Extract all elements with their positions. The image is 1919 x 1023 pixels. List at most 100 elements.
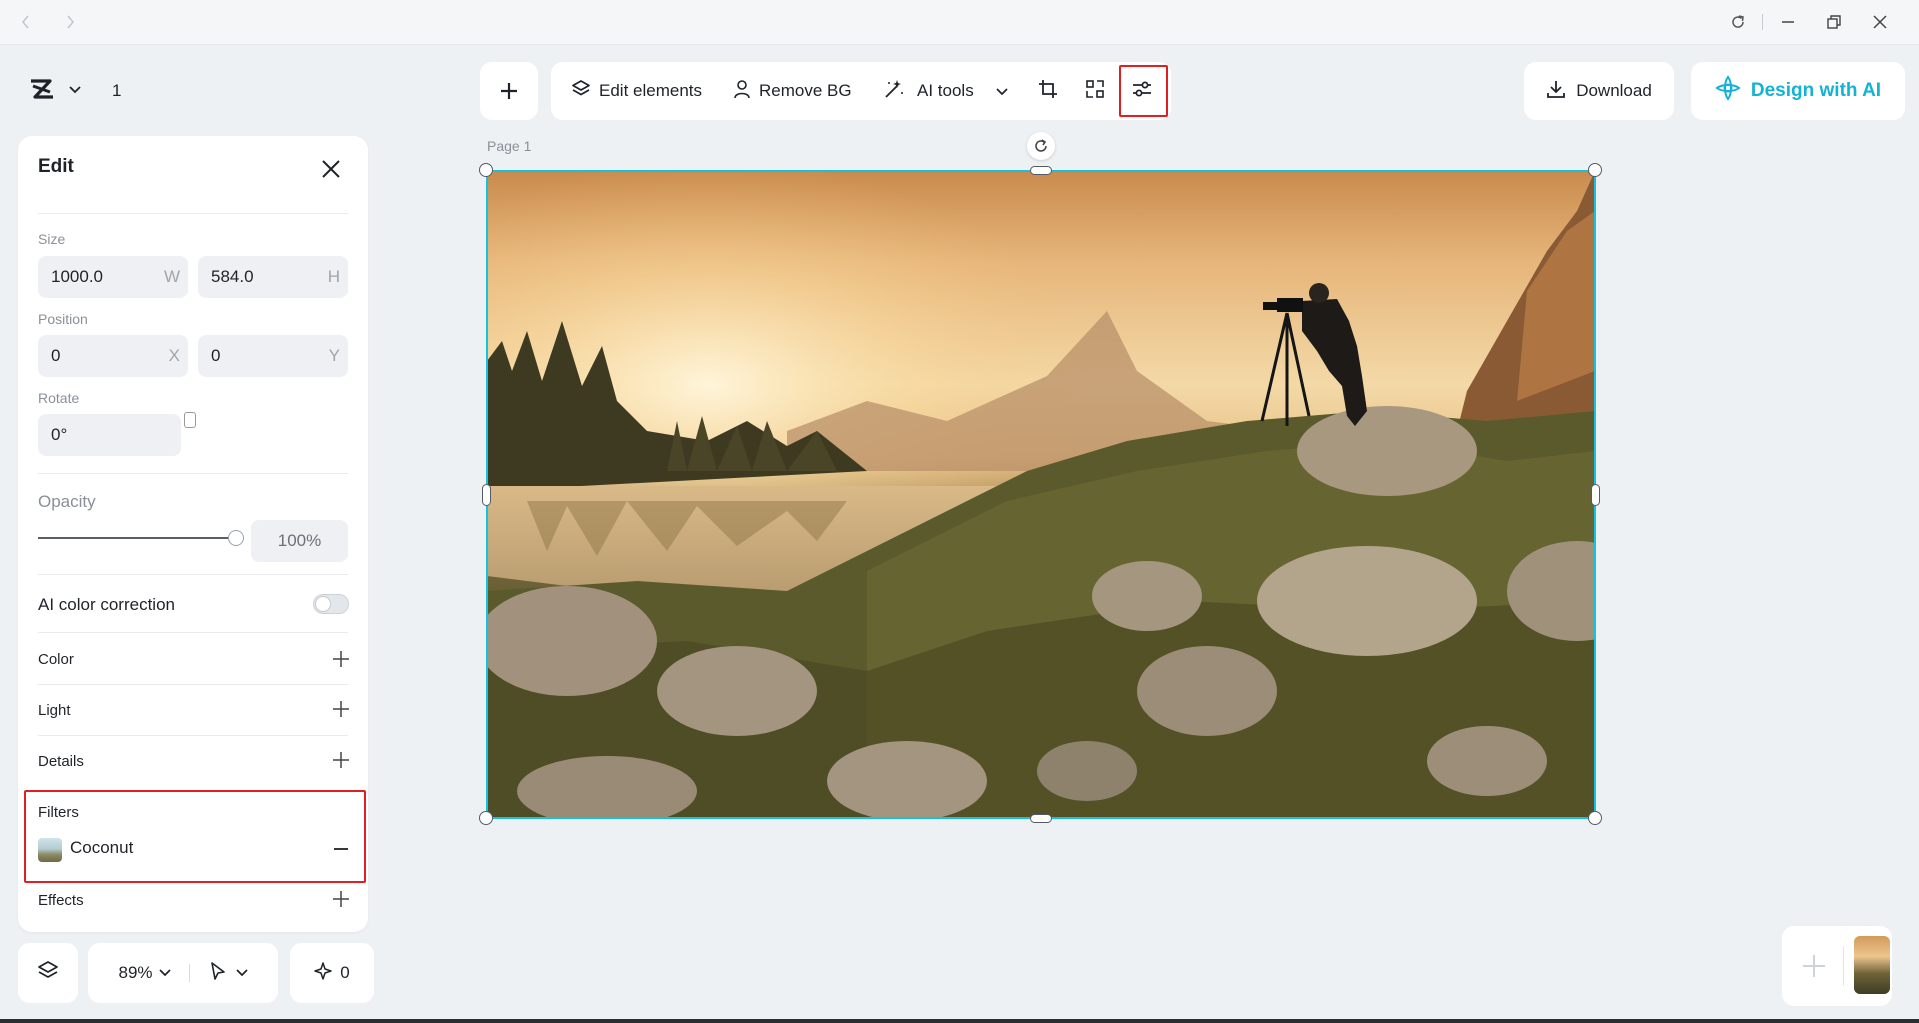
resize-handle-bottom-right[interactable] (1588, 811, 1602, 825)
sparkle-button[interactable]: 0 (290, 943, 374, 1003)
app-menu[interactable]: 1 (18, 64, 128, 118)
close-icon[interactable] (320, 158, 344, 182)
page-navigator (1782, 926, 1892, 1006)
plus-icon[interactable] (332, 890, 350, 908)
color-label: Color (38, 651, 74, 668)
edit-elements-button[interactable]: Edit elements (571, 62, 702, 120)
resize-handle-top[interactable] (1030, 166, 1052, 175)
plus-icon[interactable] (332, 751, 350, 769)
x-value: 0 (51, 346, 61, 365)
photo-illustration (487, 171, 1595, 818)
zoom-value[interactable]: 89% (118, 963, 152, 983)
resize-handle-bottom-left[interactable] (479, 811, 493, 825)
download-icon (1546, 79, 1566, 104)
close-window-icon[interactable] (1870, 12, 1890, 32)
person-icon (733, 79, 751, 104)
minimize-icon[interactable] (1778, 12, 1798, 32)
ai-color-correction-label: AI color correction (38, 595, 175, 614)
effects-label: Effects (38, 892, 84, 909)
ai-tools-button[interactable]: AI tools (883, 62, 1008, 120)
width-field[interactable]: 1000.0 W (38, 256, 188, 298)
rotate-icon[interactable] (1027, 132, 1055, 160)
layers-icon (571, 79, 591, 104)
layers-button[interactable] (18, 943, 78, 1003)
chevron-down-icon (996, 81, 1008, 101)
x-field[interactable]: 0 X (38, 335, 188, 377)
add-page-icon[interactable] (1796, 948, 1832, 984)
filters-label: Filters (38, 804, 79, 821)
size-label: Size (38, 231, 66, 247)
pointer-icon[interactable] (208, 961, 228, 986)
resize-handle-left[interactable] (482, 484, 491, 506)
add-button[interactable] (480, 62, 538, 120)
transform-button[interactable] (1085, 62, 1105, 120)
resize-handle-top-left[interactable] (479, 163, 493, 177)
filter-thumbnail[interactable] (38, 838, 62, 862)
chevron-down-icon (68, 82, 82, 100)
back-icon[interactable] (16, 12, 36, 32)
plus-icon[interactable] (332, 650, 350, 668)
light-label: Light (38, 702, 71, 719)
magic-wand-icon (883, 78, 905, 105)
opacity-value: 100% (277, 531, 322, 550)
y-suffix: Y (328, 346, 340, 365)
divider (1843, 946, 1844, 986)
minus-icon[interactable] (332, 840, 350, 858)
resize-handle-top-right[interactable] (1588, 163, 1602, 177)
titlebar-divider (1762, 14, 1763, 30)
layers-icon (37, 960, 59, 987)
position-label: Position (38, 311, 88, 327)
filter-name[interactable]: Coconut (70, 838, 133, 858)
ai-color-correction-toggle[interactable] (313, 594, 349, 614)
opacity-field[interactable]: 100% (251, 520, 348, 562)
width-suffix: W (163, 267, 180, 286)
height-suffix: H (327, 267, 340, 286)
divider (188, 964, 190, 982)
page-label: Page 1 (487, 138, 532, 154)
reload-icon[interactable] (1728, 12, 1748, 32)
divider (38, 473, 348, 474)
page-thumbnail[interactable] (1854, 936, 1890, 994)
rotate-label: Rotate (38, 390, 80, 406)
canvas-image[interactable] (487, 171, 1595, 818)
y-field[interactable]: 0 Y (198, 335, 348, 377)
design-with-ai-button[interactable]: Design with AI (1691, 62, 1905, 120)
app-logo-icon (28, 78, 56, 105)
plus-icon (501, 83, 517, 99)
plus-icon[interactable] (332, 700, 350, 718)
page-count: 1 (112, 81, 122, 100)
divider (38, 684, 348, 685)
x-suffix: X (168, 346, 180, 365)
ai-design-icon (1715, 75, 1741, 107)
sparkle-count: 0 (340, 963, 350, 982)
resize-handle-right[interactable] (1591, 484, 1600, 506)
rotate-field[interactable]: 0° (38, 414, 181, 456)
bottom-edge (0, 1019, 1919, 1023)
ai-tools-label: AI tools (917, 81, 974, 100)
y-value: 0 (211, 346, 221, 365)
adjust-highlight (1119, 65, 1168, 117)
divider (38, 574, 348, 575)
height-field[interactable]: 584.0 H (198, 256, 348, 298)
download-button[interactable]: Download (1524, 62, 1674, 120)
opacity-slider-track[interactable] (38, 537, 234, 539)
panel-title: Edit (38, 156, 74, 177)
design-with-ai-label: Design with AI (1750, 80, 1882, 101)
rotate-value: 0° (51, 425, 68, 444)
chevron-down-icon[interactable] (235, 964, 248, 982)
width-value: 1000.0 (51, 267, 103, 286)
opacity-slider-handle[interactable] (228, 530, 244, 546)
download-label: Download (1576, 81, 1652, 100)
edit-panel-header: Edit (38, 156, 348, 186)
remove-bg-label: Remove BG (759, 81, 852, 100)
forward-icon[interactable] (60, 12, 80, 32)
aspect-lock-icon[interactable] (184, 412, 196, 428)
restore-icon[interactable] (1824, 12, 1844, 32)
resize-handle-bottom[interactable] (1030, 814, 1052, 823)
crop-icon (1038, 79, 1058, 104)
zoom-controls: 89% (88, 943, 278, 1003)
chevron-down-icon[interactable] (158, 964, 171, 982)
remove-bg-button[interactable]: Remove BG (733, 62, 852, 120)
crop-button[interactable] (1038, 62, 1058, 120)
divider (38, 632, 348, 633)
